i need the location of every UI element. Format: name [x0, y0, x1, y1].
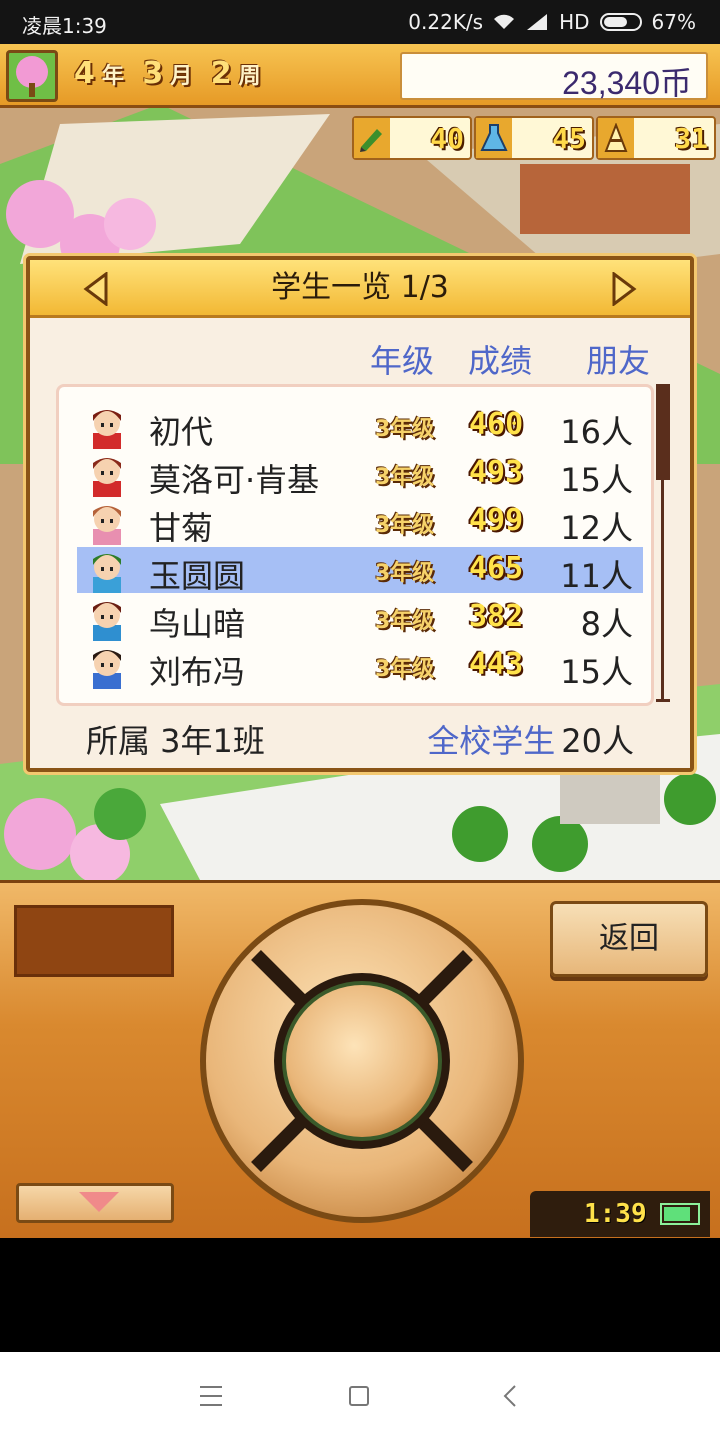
student-score: 493: [469, 455, 524, 490]
student-row[interactable]: 刘布冯 3年级 443 15人: [77, 643, 643, 691]
stat-bar: 40 45 31: [352, 116, 716, 160]
student-row[interactable]: 甘菊 3年级 499 12人: [77, 499, 643, 547]
game-date: 4年 3月 2周: [74, 56, 268, 91]
week-value: 2: [210, 56, 233, 91]
class-info: 所属 3年1班: [86, 722, 265, 760]
battery-icon: [599, 13, 642, 31]
back-icon[interactable]: [502, 1384, 518, 1408]
list-scrollbar[interactable]: [656, 384, 670, 704]
student-avatar-icon: [93, 410, 121, 449]
student-avatar-icon: [93, 602, 121, 641]
student-grade: 3年级: [375, 417, 435, 442]
back-button[interactable]: 返回: [550, 901, 708, 977]
total-students-label: 全校学生: [427, 722, 556, 760]
mini-screen: [14, 905, 174, 977]
student-grade: 3年级: [375, 609, 435, 634]
controller-panel: 返回 1:39: [0, 880, 720, 1238]
prev-page-arrow-icon[interactable]: [82, 272, 110, 306]
year-value: 4: [74, 56, 96, 91]
student-friends: 8人: [580, 605, 633, 643]
month-unit: 月: [170, 64, 194, 89]
student-friends: 15人: [560, 653, 633, 691]
spring-tree-icon: [6, 50, 58, 102]
student-list-dialog: 学生一览 1/3 年级 成绩 朋友 初代 3年级 460 16人莫洛可·肯基 3年级 49…: [26, 256, 694, 772]
wifi-icon: [493, 14, 515, 30]
dialog-title: 学生一览 1/3: [271, 270, 449, 305]
column-header-grade[interactable]: 年级: [370, 336, 434, 382]
total-students: 全校学生 20人: [427, 716, 634, 762]
network-type: HD: [559, 10, 590, 34]
flask-icon: [476, 118, 512, 158]
column-header-score[interactable]: 成绩: [468, 336, 532, 382]
top-bar: 4年 3月 2周 23,340币: [0, 44, 720, 108]
network-speed: 0.22K/s: [408, 10, 484, 34]
signal-icon: [525, 14, 549, 30]
status-right: 0.22K/s HD 67%: [408, 10, 696, 34]
status-bar: 凌晨1:39 0.22K/s HD 67%: [0, 0, 720, 44]
battery-icon: [660, 1203, 700, 1225]
money-display: 23,340币: [400, 52, 708, 101]
game-clock: 1:39: [530, 1191, 710, 1237]
tower-icon: [598, 118, 634, 158]
student-grade: 3年级: [375, 561, 435, 586]
navigation-bar: [0, 1352, 720, 1440]
month-value: 3: [142, 56, 165, 91]
student-grade: 3年级: [375, 657, 435, 682]
student-avatar-icon: [93, 458, 121, 497]
dialog-header: 学生一览 1/3: [30, 260, 690, 318]
stat-study-value: 40: [430, 121, 464, 155]
student-score: 443: [469, 647, 524, 682]
stat-sports-value: 31: [674, 121, 708, 155]
total-students-value: 20人: [561, 722, 634, 760]
column-header-friends[interactable]: 朋友: [586, 336, 650, 382]
year-unit: 年: [101, 64, 125, 89]
stat-study: 40: [352, 116, 472, 160]
student-avatar-icon: [93, 650, 121, 689]
pencil-icon: [354, 118, 390, 158]
student-score: 499: [469, 503, 524, 538]
student-row[interactable]: 初代 3年级 460 16人: [77, 403, 643, 451]
down-triangle-icon: [79, 1192, 119, 1212]
student-row[interactable]: 玉圆圆 3年级 465 11人: [77, 547, 643, 595]
home-icon[interactable]: [349, 1386, 369, 1406]
direction-dial[interactable]: [196, 895, 528, 1227]
student-list: 初代 3年级 460 16人 莫洛可·肯基 3年级 493 15人 甘菊 3年级 499 12人 玉圆圆…: [56, 384, 654, 706]
student-grade: 3年级: [375, 513, 435, 538]
battery-percent: 67%: [651, 10, 696, 34]
student-name: 玉圆圆: [149, 557, 246, 595]
stat-sports: 31: [596, 116, 716, 160]
student-name: 刘布冯: [149, 653, 246, 691]
stat-science-value: 45: [552, 121, 586, 155]
student-name: 莫洛可·肯基: [149, 461, 320, 499]
game-view[interactable]: 4年 3月 2周 23,340币 40 45 31 学生一览 1/3 年级 成绩…: [0, 44, 720, 880]
student-score: 465: [469, 551, 524, 586]
clock-time: 1:39: [584, 1199, 647, 1229]
student-avatar-icon: [93, 506, 121, 545]
student-row[interactable]: 莫洛可·肯基 3年级 493 15人: [77, 451, 643, 499]
next-page-arrow-icon[interactable]: [610, 272, 638, 306]
student-name: 鸟山暗: [149, 605, 246, 643]
student-row[interactable]: 鸟山暗 3年级 382 8人: [77, 595, 643, 643]
student-friends: 12人: [560, 509, 633, 547]
scroll-down-button[interactable]: [16, 1183, 174, 1223]
student-score: 382: [469, 599, 524, 634]
status-time: 凌晨1:39: [22, 14, 107, 38]
student-avatar-icon: [93, 554, 121, 593]
menu-icon[interactable]: [200, 1386, 222, 1406]
student-grade: 3年级: [375, 465, 435, 490]
student-friends: 16人: [560, 413, 633, 451]
stat-science: 45: [474, 116, 594, 160]
student-name: 甘菊: [149, 509, 214, 547]
week-unit: 周: [238, 64, 262, 89]
student-friends: 15人: [560, 461, 633, 499]
student-score: 460: [469, 407, 524, 442]
student-friends: 11人: [560, 557, 633, 595]
student-name: 初代: [149, 413, 214, 451]
